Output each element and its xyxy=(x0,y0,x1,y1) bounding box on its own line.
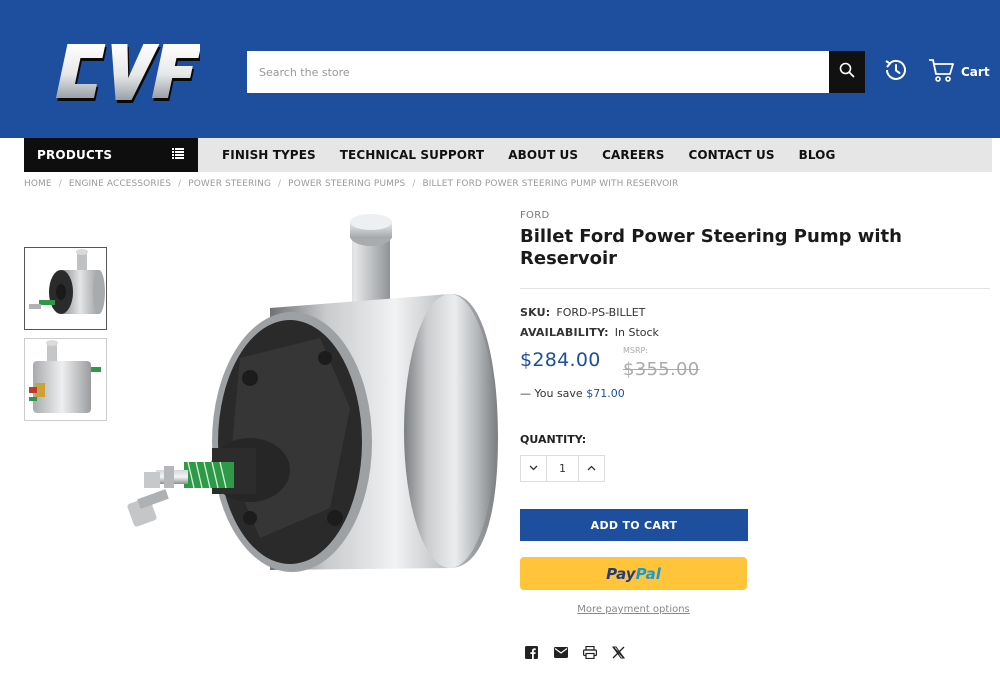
x-icon[interactable] xyxy=(611,645,626,660)
site-header: Cart xyxy=(0,0,1000,138)
products-menu-button[interactable]: PRODUCTS xyxy=(24,138,198,172)
cart-button[interactable]: Cart xyxy=(927,57,990,87)
cvf-logo[interactable] xyxy=(50,32,203,112)
add-to-cart-button[interactable]: ADD TO CART xyxy=(520,509,748,541)
cart-icon xyxy=(927,57,955,87)
main-nav: PRODUCTS FINISH TYPES TECHNICAL SUPPORT … xyxy=(24,138,992,172)
sku-label: SKU: xyxy=(520,306,551,319)
breadcrumb-separator: / xyxy=(58,179,62,189)
quantity-increase-button[interactable] xyxy=(578,456,604,481)
cart-label: Cart xyxy=(961,65,990,79)
product-thumbnail-1[interactable] xyxy=(24,247,107,330)
print-icon[interactable] xyxy=(582,645,597,660)
quantity-input[interactable]: 1 xyxy=(547,456,578,481)
nav-finish-types[interactable]: FINISH TYPES xyxy=(222,148,316,162)
search-icon xyxy=(839,62,855,82)
nav-contact-us[interactable]: CONTACT US xyxy=(688,148,774,162)
breadcrumb-current: BILLET FORD POWER STEERING PUMP WITH RES… xyxy=(422,179,679,189)
products-label: PRODUCTS xyxy=(37,148,113,162)
breadcrumb-separator: / xyxy=(178,179,182,189)
chevron-up-icon xyxy=(587,463,596,474)
search-bar xyxy=(247,51,865,93)
email-icon[interactable] xyxy=(553,645,568,660)
availability-row: AVAILABILITY: In Stock xyxy=(520,326,659,339)
savings-prefix: — You save xyxy=(520,387,583,400)
nav-blog[interactable]: BLOG xyxy=(799,148,836,162)
breadcrumb-engine-accessories[interactable]: ENGINE ACCESSORIES xyxy=(69,179,171,189)
paypal-logo-pal: Pal xyxy=(635,564,661,583)
breadcrumb-separator: / xyxy=(278,179,282,189)
product-title: Billet Ford Power Steering Pump with Res… xyxy=(520,226,902,269)
breadcrumb-power-steering[interactable]: POWER STEERING xyxy=(188,179,271,189)
main-product-image[interactable] xyxy=(120,208,505,588)
nav-technical-support[interactable]: TECHNICAL SUPPORT xyxy=(340,148,484,162)
search-input[interactable] xyxy=(247,51,829,93)
sku-row: SKU: FORD-PS-BILLET xyxy=(520,306,645,319)
breadcrumb-home[interactable]: HOME xyxy=(24,179,52,189)
grid-menu-icon xyxy=(172,148,184,162)
availability-label: AVAILABILITY: xyxy=(520,326,609,339)
breadcrumb-separator: / xyxy=(412,179,416,189)
availability-value: In Stock xyxy=(614,326,659,339)
sku-value: FORD-PS-BILLET xyxy=(556,306,646,319)
more-payment-options-link[interactable]: More payment options xyxy=(520,604,747,615)
product-price: $284.00 xyxy=(520,349,601,371)
paypal-logo-pay: Pay xyxy=(606,564,636,583)
paypal-button[interactable]: Pay Pal xyxy=(520,557,747,590)
nav-about-us[interactable]: ABOUT US xyxy=(508,148,578,162)
breadcrumb: HOME / ENGINE ACCESSORIES / POWER STEERI… xyxy=(24,179,678,189)
divider xyxy=(520,288,990,289)
quantity-decrease-button[interactable] xyxy=(521,456,547,481)
share-icons xyxy=(524,645,626,660)
msrp-label: MSRP: xyxy=(623,346,649,355)
history-icon xyxy=(882,56,910,88)
recently-viewed-button[interactable] xyxy=(881,57,911,87)
savings-text: — You save $71.00 xyxy=(520,387,625,400)
search-button[interactable] xyxy=(829,51,865,93)
product-thumbnail-2[interactable] xyxy=(24,338,107,421)
quantity-label: QUANTITY: xyxy=(520,433,587,446)
product-brand[interactable]: FORD xyxy=(520,210,549,221)
facebook-icon[interactable] xyxy=(524,645,539,660)
nav-careers[interactable]: CAREERS xyxy=(602,148,664,162)
breadcrumb-power-steering-pumps[interactable]: POWER STEERING PUMPS xyxy=(288,179,405,189)
chevron-down-icon xyxy=(529,463,538,474)
msrp-price: $355.00 xyxy=(623,359,700,380)
savings-amount: $71.00 xyxy=(586,387,625,400)
quantity-stepper: 1 xyxy=(520,455,605,482)
